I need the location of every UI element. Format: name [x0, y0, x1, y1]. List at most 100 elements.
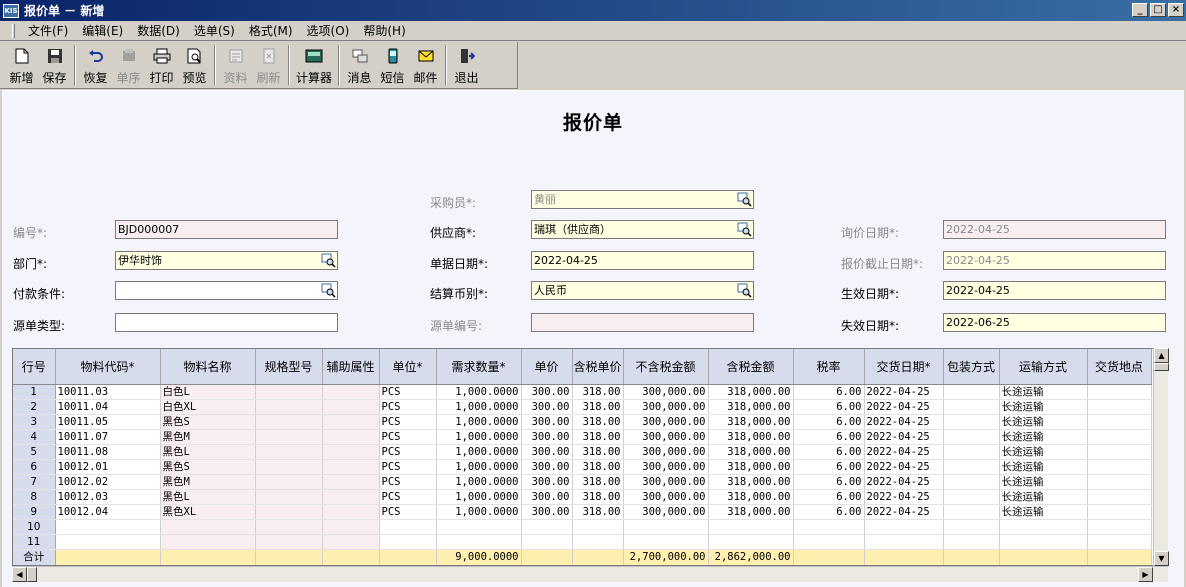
- cell-spec[interactable]: [255, 384, 323, 400]
- cell-packaging[interactable]: [943, 534, 1000, 550]
- table-row[interactable]: 10: [13, 519, 1152, 535]
- lookup-magnifier-icon[interactable]: [737, 283, 752, 298]
- cell-unit-price[interactable]: 300.00: [521, 459, 573, 475]
- cell-unit[interactable]: PCS: [379, 399, 437, 415]
- cell-tax-unit-price[interactable]: [572, 534, 624, 550]
- cell-amount-incl-tax[interactable]: 318,000.00: [708, 399, 794, 415]
- cell-delivery-date[interactable]: 2022-04-25: [864, 489, 944, 505]
- cell-unit[interactable]: PCS: [379, 504, 437, 520]
- cell-packaging[interactable]: [943, 474, 1000, 490]
- cell-packaging[interactable]: [943, 384, 1000, 400]
- cell-aux-attr[interactable]: [322, 474, 380, 490]
- table-row[interactable]: 1 10011.03 白色L PCS 1,000.0000 300.00 318.00 300…: [13, 384, 1152, 400]
- buyer-field[interactable]: 黄丽: [531, 190, 754, 209]
- close-button[interactable]: ×: [1168, 3, 1184, 17]
- cell-unit[interactable]: PCS: [379, 459, 437, 475]
- cell-unit-price[interactable]: 300.00: [521, 444, 573, 460]
- cell-tax-unit-price[interactable]: 318.00: [572, 399, 624, 415]
- cell-delivery-place[interactable]: [1087, 474, 1152, 490]
- expire-date-field[interactable]: 2022-06-25: [943, 313, 1166, 332]
- cell-spec[interactable]: [255, 429, 323, 445]
- cell-amount-incl-tax[interactable]: 318,000.00: [708, 489, 794, 505]
- cell-req-qty[interactable]: 1,000.0000: [436, 459, 522, 475]
- cell-aux-attr[interactable]: [322, 399, 380, 415]
- info-button[interactable]: 资料: [219, 42, 252, 88]
- cell-transport[interactable]: 长途运输: [999, 399, 1088, 415]
- cell-unit-price[interactable]: 300.00: [521, 489, 573, 505]
- cell-tax-rate[interactable]: 6.00: [793, 474, 865, 490]
- cell-amount-excl-tax[interactable]: [623, 519, 709, 535]
- cell-aux-attr[interactable]: [322, 489, 380, 505]
- quote-deadline-field[interactable]: 2022-04-25: [943, 251, 1166, 270]
- mail-button[interactable]: 邮件: [409, 42, 442, 88]
- cell-amount-excl-tax[interactable]: 300,000.00: [623, 459, 709, 475]
- scroll-left-arrow[interactable]: ◀: [12, 567, 27, 582]
- cell-transport[interactable]: 长途运输: [999, 459, 1088, 475]
- cell-req-qty[interactable]: 1,000.0000: [436, 444, 522, 460]
- cell-material-name[interactable]: 黑色L: [160, 489, 256, 505]
- cell-tax-rate[interactable]: 6.00: [793, 444, 865, 460]
- cell-packaging[interactable]: [943, 489, 1000, 505]
- table-row[interactable]: 5 10011.08 黑色L PCS 1,000.0000 300.00 318.00 300…: [13, 444, 1152, 460]
- cell-req-qty[interactable]: 1,000.0000: [436, 414, 522, 430]
- cell-transport[interactable]: 长途运输: [999, 444, 1088, 460]
- lookup-magnifier-icon[interactable]: [737, 222, 752, 237]
- cell-spec[interactable]: [255, 444, 323, 460]
- cell-spec[interactable]: [255, 414, 323, 430]
- cell-aux-attr[interactable]: [322, 429, 380, 445]
- col-header-amount-incl-tax[interactable]: 含税金额: [708, 349, 794, 385]
- lookup-magnifier-icon[interactable]: [321, 283, 336, 298]
- cell-amount-incl-tax[interactable]: 318,000.00: [708, 414, 794, 430]
- number-field[interactable]: BJD000007: [115, 220, 338, 239]
- cell-tax-rate[interactable]: 6.00: [793, 384, 865, 400]
- scroll-down-arrow[interactable]: ▼: [1154, 551, 1169, 566]
- col-header-aux-attr[interactable]: 辅助属性: [322, 349, 380, 385]
- cell-req-qty[interactable]: [436, 519, 522, 535]
- cell-tax-unit-price[interactable]: 318.00: [572, 474, 624, 490]
- scroll-thumb[interactable]: [27, 567, 37, 582]
- cell-req-qty[interactable]: 1,000.0000: [436, 384, 522, 400]
- cell-transport[interactable]: 长途运输: [999, 474, 1088, 490]
- cell-material-name[interactable]: [160, 534, 256, 550]
- menu-edit[interactable]: 编辑(E): [75, 22, 130, 39]
- cell-packaging[interactable]: [943, 504, 1000, 520]
- refresh-button[interactable]: 刷新: [252, 42, 285, 88]
- cell-unit-price[interactable]: 300.00: [521, 474, 573, 490]
- cell-material-name[interactable]: 黑色S: [160, 414, 256, 430]
- col-header-delivery-place[interactable]: 交货地点: [1087, 349, 1152, 385]
- scroll-right-arrow[interactable]: ▶: [1138, 567, 1153, 582]
- table-row[interactable]: 4 10011.07 黑色M PCS 1,000.0000 300.00 318.00 300…: [13, 429, 1152, 445]
- cell-tax-rate[interactable]: [793, 534, 865, 550]
- cell-tax-rate[interactable]: 6.00: [793, 399, 865, 415]
- cell-transport[interactable]: 长途运输: [999, 504, 1088, 520]
- supplier-field[interactable]: 瑞琪（供应商）: [531, 220, 754, 239]
- cell-unit-price[interactable]: 300.00: [521, 384, 573, 400]
- col-header-tax-unit-price[interactable]: 含税单价: [572, 349, 624, 385]
- cell-delivery-date[interactable]: 2022-04-25: [864, 459, 944, 475]
- cell-material-code[interactable]: [55, 534, 161, 550]
- cell-amount-excl-tax[interactable]: 300,000.00: [623, 504, 709, 520]
- cell-transport[interactable]: [999, 519, 1088, 535]
- scroll-thumb[interactable]: [1154, 363, 1169, 371]
- cell-amount-excl-tax[interactable]: 300,000.00: [623, 384, 709, 400]
- cell-unit[interactable]: PCS: [379, 414, 437, 430]
- cell-packaging[interactable]: [943, 519, 1000, 535]
- cell-aux-attr[interactable]: [322, 504, 380, 520]
- inquiry-date-field[interactable]: 2022-04-25: [943, 220, 1166, 239]
- cell-transport[interactable]: 长途运输: [999, 429, 1088, 445]
- menu-options[interactable]: 选项(O): [300, 22, 357, 39]
- cell-delivery-date[interactable]: 2022-04-25: [864, 504, 944, 520]
- cell-transport[interactable]: 长途运输: [999, 489, 1088, 505]
- cell-amount-incl-tax[interactable]: 318,000.00: [708, 459, 794, 475]
- cell-spec[interactable]: [255, 399, 323, 415]
- col-header-req-qty[interactable]: 需求数量*: [436, 349, 522, 385]
- cell-material-name[interactable]: 白色L: [160, 384, 256, 400]
- cell-material-name[interactable]: 黑色M: [160, 429, 256, 445]
- cell-delivery-place[interactable]: [1087, 534, 1152, 550]
- col-header-tax-rate[interactable]: 税率: [793, 349, 865, 385]
- cell-material-code[interactable]: 10011.05: [55, 414, 161, 430]
- cell-delivery-date[interactable]: [864, 534, 944, 550]
- table-row[interactable]: 3 10011.05 黑色S PCS 1,000.0000 300.00 318.00 300…: [13, 414, 1152, 430]
- calculator-button[interactable]: 计算器: [293, 42, 335, 88]
- cell-amount-excl-tax[interactable]: 300,000.00: [623, 399, 709, 415]
